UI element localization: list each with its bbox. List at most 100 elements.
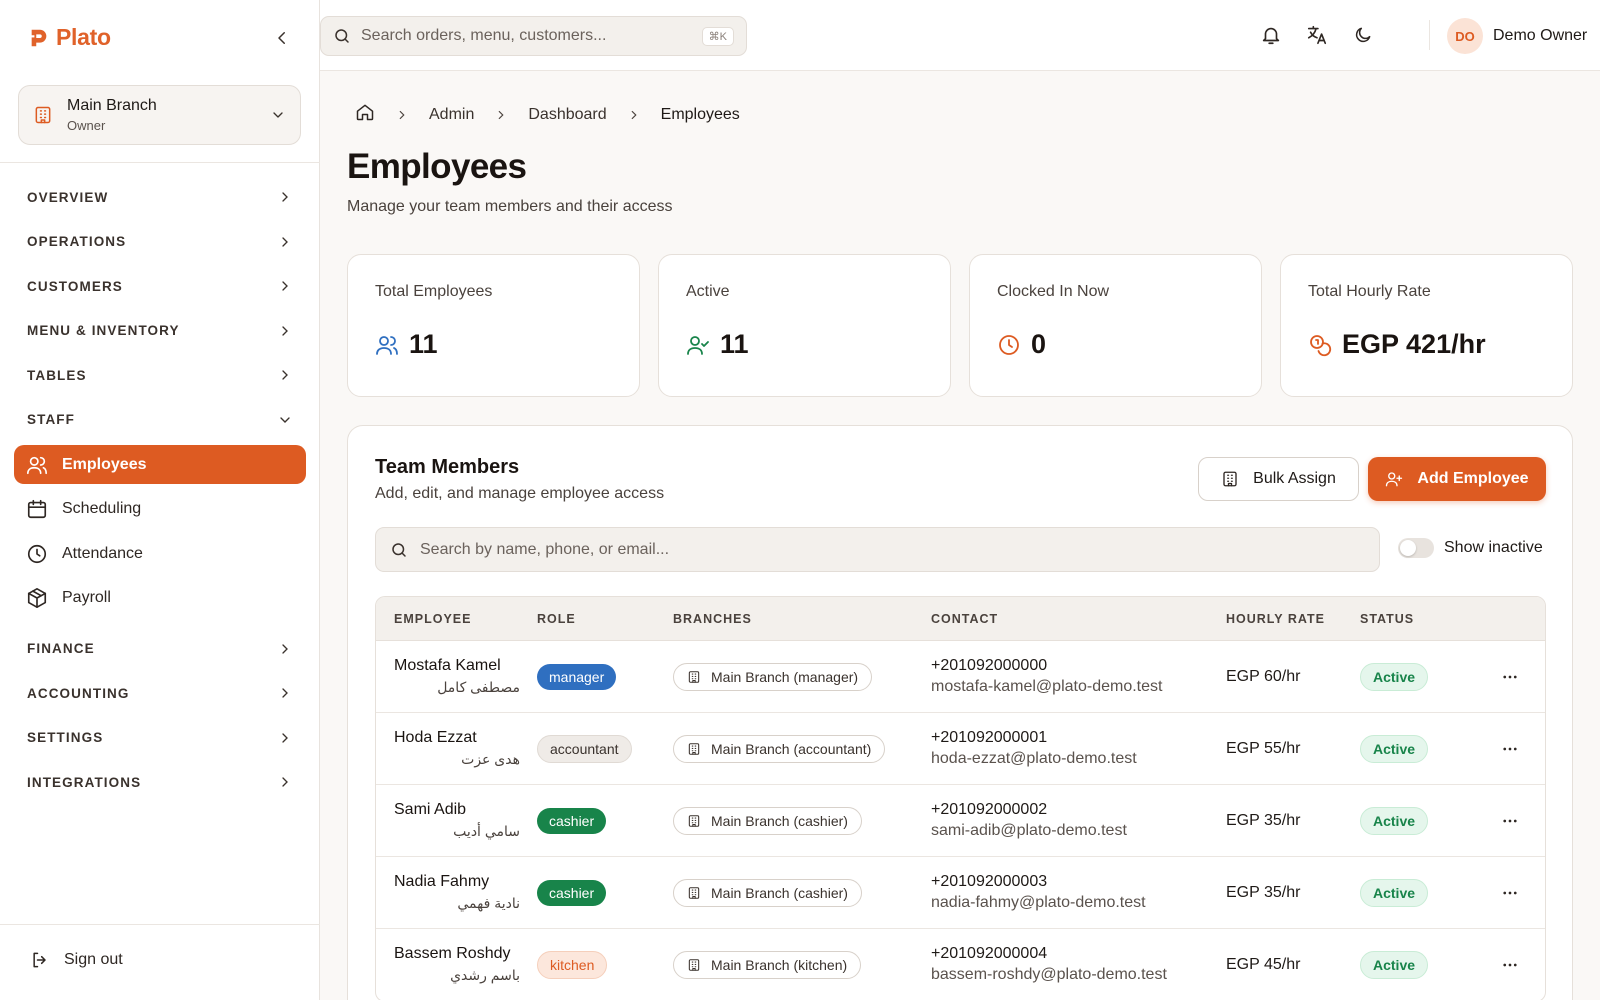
column-header-contact[interactable]: CONTACT [931, 612, 1226, 626]
table-row[interactable]: Mostafa Kamel مصطفى كامل manager Main Bra… [376, 641, 1545, 713]
topbar-actions [1258, 22, 1376, 48]
status-badge: Active [1360, 950, 1429, 979]
building-icon [688, 886, 700, 899]
nav-section-integrations[interactable]: INTEGRATIONS [0, 760, 320, 805]
role-badge: manager [537, 663, 617, 690]
nav-section-staff[interactable]: STAFF [0, 398, 320, 443]
users-icon [376, 335, 398, 355]
role-badge: cashier [537, 807, 607, 834]
avatar: DO [1447, 18, 1483, 54]
nav-section-finance[interactable]: FINANCE [0, 627, 320, 672]
chevron-right-icon [631, 110, 637, 119]
user-name: Demo Owner [1493, 27, 1588, 44]
collapse-sidebar-button[interactable] [270, 26, 294, 50]
nav-section-settings[interactable]: SETTINGS [0, 716, 320, 761]
nav-section-customers[interactable]: CUSTOMERS [0, 264, 320, 309]
bulk-assign-button[interactable]: Bulk Assign [1198, 457, 1359, 501]
topbar-divider [1429, 20, 1430, 50]
breadcrumb-current: Employees [660, 105, 740, 123]
nav-section-operations[interactable]: OPERATIONS [0, 220, 320, 265]
clock-icon [999, 334, 1019, 355]
chevron-right-icon [282, 644, 288, 654]
table-row[interactable]: Sami Adib سامي أديب cashier Main Branch (… [376, 785, 1545, 857]
building-icon [688, 814, 700, 827]
team-members-subtitle: Add, edit, and manage employee access [375, 485, 665, 502]
row-actions-button[interactable] [1496, 663, 1524, 691]
team-members-title: Team Members [375, 456, 520, 478]
chevron-right-icon [282, 326, 288, 336]
role-badge: kitchen [537, 950, 608, 979]
bell-icon [1262, 27, 1280, 45]
nav-section-label: FINANCE [27, 641, 95, 657]
employee-phone: +201092000002 [931, 801, 1048, 818]
nav-section-label: ACCOUNTING [27, 685, 130, 701]
toggle-switch[interactable] [1398, 538, 1434, 558]
nav-section-overview[interactable]: OVERVIEW [0, 175, 320, 220]
add-employee-button[interactable]: Add Employee [1368, 457, 1546, 501]
chevron-right-icon [282, 237, 288, 247]
sidebar-item-label: Scheduling [62, 500, 142, 518]
table-row[interactable]: Bassem Roshdy باسم رشدي kitchen Main Bran… [376, 929, 1545, 1000]
nav-section-menu-inventory[interactable]: MENU & INVENTORY [0, 309, 320, 354]
sidebar-item-payroll[interactable]: Payroll [14, 576, 306, 621]
hourly-rate: EGP 45/hr [1226, 955, 1301, 973]
nav-section-tables[interactable]: TABLES [0, 353, 320, 398]
role-badge: accountant [537, 734, 632, 763]
calendar-icon [27, 500, 47, 519]
sidebar-nav: OVERVIEW OPERATIONS CUSTOMERS MENU & INV… [0, 175, 320, 805]
breadcrumb-dashboard[interactable]: Dashboard [528, 106, 606, 124]
chevron-right-icon [282, 777, 288, 787]
brand-logo[interactable]: Plato [28, 24, 111, 51]
breadcrumb-home[interactable] [355, 102, 375, 127]
employee-name-arabic: باسم رشدي [450, 967, 520, 983]
chevron-down-icon [280, 417, 290, 423]
add-employee-label: Add Employee [1417, 470, 1529, 487]
stat-card-active: Active 11 [658, 254, 951, 397]
column-header-status[interactable]: STATUS [1360, 612, 1480, 626]
column-header-role[interactable]: ROLE [537, 612, 673, 626]
table-row[interactable]: Hoda Ezzat هدى عزت accountant Main Branch… [376, 713, 1545, 785]
show-inactive-toggle[interactable]: Show inactive [1398, 538, 1543, 558]
notifications-button[interactable] [1258, 22, 1284, 48]
row-actions-button[interactable] [1496, 951, 1524, 979]
row-actions-button[interactable] [1496, 735, 1524, 763]
search-icon [392, 542, 406, 557]
status-badge: Active [1360, 662, 1429, 691]
employee-search[interactable] [375, 527, 1380, 572]
more-horizontal-icon [1503, 891, 1517, 894]
global-search-input[interactable] [361, 27, 692, 45]
employee-search-input[interactable] [420, 540, 1365, 559]
breadcrumb-admin[interactable]: Admin [429, 106, 474, 124]
column-header-branches[interactable]: BRANCHES [673, 612, 931, 626]
status-badge: Active [1360, 806, 1429, 835]
building-icon [688, 742, 700, 755]
user-menu[interactable]: DO Demo Owner [1447, 18, 1587, 54]
sidebar-item-employees[interactable]: Employees [14, 445, 306, 484]
theme-toggle-button[interactable] [1350, 22, 1376, 48]
sidebar-item-label: Attendance [62, 544, 143, 562]
branch-selector[interactable]: Main Branch Owner [18, 85, 301, 145]
stat-value: EGP 421/hr [1342, 329, 1486, 359]
row-actions-button[interactable] [1496, 807, 1524, 835]
global-search[interactable]: ⌘K [320, 16, 747, 56]
chevron-right-icon [282, 733, 288, 743]
user-plus-icon [1386, 472, 1403, 487]
chevron-right-icon [282, 192, 288, 202]
row-actions-button[interactable] [1496, 879, 1524, 907]
column-header-hourly-rate[interactable]: HOURLY RATE [1226, 612, 1360, 626]
employee-email: hoda-ezzat@plato-demo.test [931, 750, 1137, 767]
moon-icon [1355, 27, 1371, 43]
sign-out-button[interactable]: Sign out [30, 950, 123, 970]
table-row[interactable]: Nadia Fahmy نادية فهمي cashier Main Branc… [376, 857, 1545, 929]
sidebar-item-scheduling[interactable]: Scheduling [14, 487, 306, 532]
column-header-employee[interactable]: EMPLOYEE [376, 612, 537, 626]
nav-section-accounting[interactable]: ACCOUNTING [0, 671, 320, 716]
branch-chip: Main Branch (kitchen) [673, 950, 862, 979]
employee-name-arabic: هدى عزت [461, 751, 520, 767]
employee-email: mostafa-kamel@plato-demo.test [931, 678, 1163, 695]
stat-label: Total Hourly Rate [1308, 283, 1431, 300]
sidebar-item-attendance[interactable]: Attendance [14, 532, 306, 577]
language-button[interactable] [1304, 22, 1330, 48]
role-badge: cashier [537, 879, 607, 906]
shortcut-hint: ⌘K [701, 26, 734, 46]
